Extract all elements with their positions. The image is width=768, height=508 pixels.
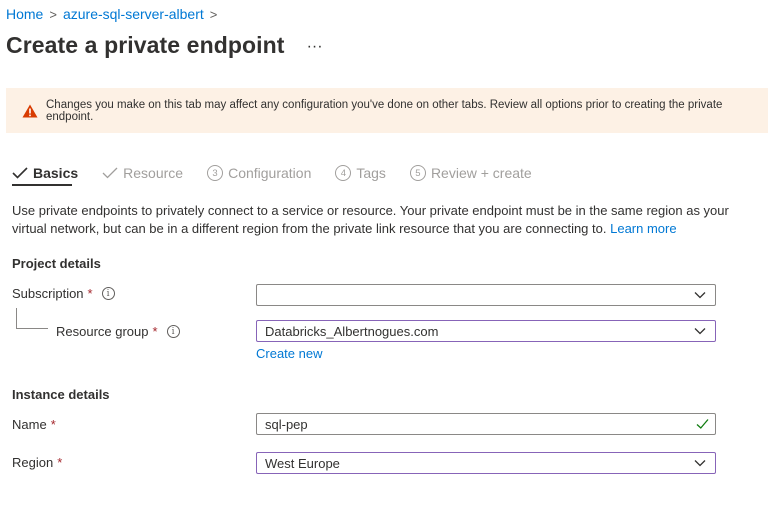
required-indicator: * (57, 455, 63, 470)
breadcrumb: Home > azure-sql-server-albert > (6, 6, 223, 22)
learn-more-link[interactable]: Learn more (610, 221, 676, 236)
name-value: sql-pep (265, 416, 308, 432)
description: Use private endpoints to privately conne… (12, 202, 742, 237)
resource-group-dropdown[interactable]: Databricks_Albertnogues.com (256, 320, 716, 342)
subscription-label-text: Subscription (12, 286, 84, 301)
chevron-down-icon (694, 460, 706, 467)
tab-label: Basics (33, 165, 79, 181)
warning-icon (22, 104, 38, 117)
tab-label: Configuration (228, 165, 312, 181)
name-label-text: Name (12, 417, 47, 432)
info-icon[interactable]: i (166, 325, 180, 338)
tab-label: Review + create (430, 165, 532, 181)
valid-checkmark-icon (696, 419, 709, 429)
warning-banner: Changes you make on this tab may affect … (6, 88, 768, 133)
instance-details-heading: Instance details (12, 387, 110, 402)
info-icon[interactable]: i (101, 287, 115, 300)
tab-label: Resource (123, 165, 184, 181)
tab-review-create[interactable]: 5 Review + create (409, 162, 532, 184)
step-number-icon: 4 (335, 165, 352, 181)
region-value: West Europe (265, 455, 340, 471)
title-row: Create a private endpoint ··· (6, 32, 323, 59)
chevron-down-icon (694, 292, 706, 299)
create-new-link[interactable]: Create new (256, 346, 322, 361)
step-number-icon: 5 (409, 165, 426, 181)
subscription-label: Subscription * i (12, 286, 115, 301)
name-label: Name * (12, 417, 56, 432)
region-label: Region * (12, 455, 62, 470)
page-title: Create a private endpoint (6, 32, 285, 58)
tab-label: Tags (356, 165, 386, 181)
project-details-heading: Project details (12, 256, 101, 271)
name-input[interactable]: sql-pep (256, 413, 716, 435)
chevron-down-icon (694, 328, 706, 335)
resource-group-label-text: Resource group (56, 324, 149, 339)
required-indicator: * (152, 324, 158, 339)
tab-resource[interactable]: Resource (102, 162, 183, 184)
resource-group-label: Resource group * i (56, 324, 180, 339)
breadcrumb-home-link[interactable]: Home (6, 6, 43, 22)
checkmark-icon (102, 167, 118, 179)
tab-tags[interactable]: 4 Tags (335, 162, 386, 184)
required-indicator: * (50, 417, 56, 432)
breadcrumb-resource-link[interactable]: azure-sql-server-albert (63, 6, 204, 22)
region-label-text: Region (12, 455, 54, 470)
required-indicator: * (87, 286, 93, 301)
checkmark-icon (12, 167, 28, 179)
chevron-right-icon: > (209, 6, 218, 22)
subscription-dropdown[interactable] (256, 284, 716, 306)
tab-configuration[interactable]: 3 Configuration (207, 162, 311, 184)
resource-group-value: Databricks_Albertnogues.com (265, 323, 439, 339)
chevron-right-icon: > (49, 6, 57, 22)
active-tab-indicator (12, 184, 72, 186)
region-dropdown[interactable]: West Europe (256, 452, 716, 474)
tree-connector (16, 308, 48, 329)
wizard-tabs: Basics Resource 3 Configuration 4 Tags 5… (12, 162, 556, 184)
more-options-button[interactable]: ··· (307, 38, 323, 55)
tab-basics[interactable]: Basics (12, 162, 78, 184)
warning-text: Changes you make on this tab may affect … (46, 98, 723, 123)
step-number-icon: 3 (207, 165, 224, 181)
